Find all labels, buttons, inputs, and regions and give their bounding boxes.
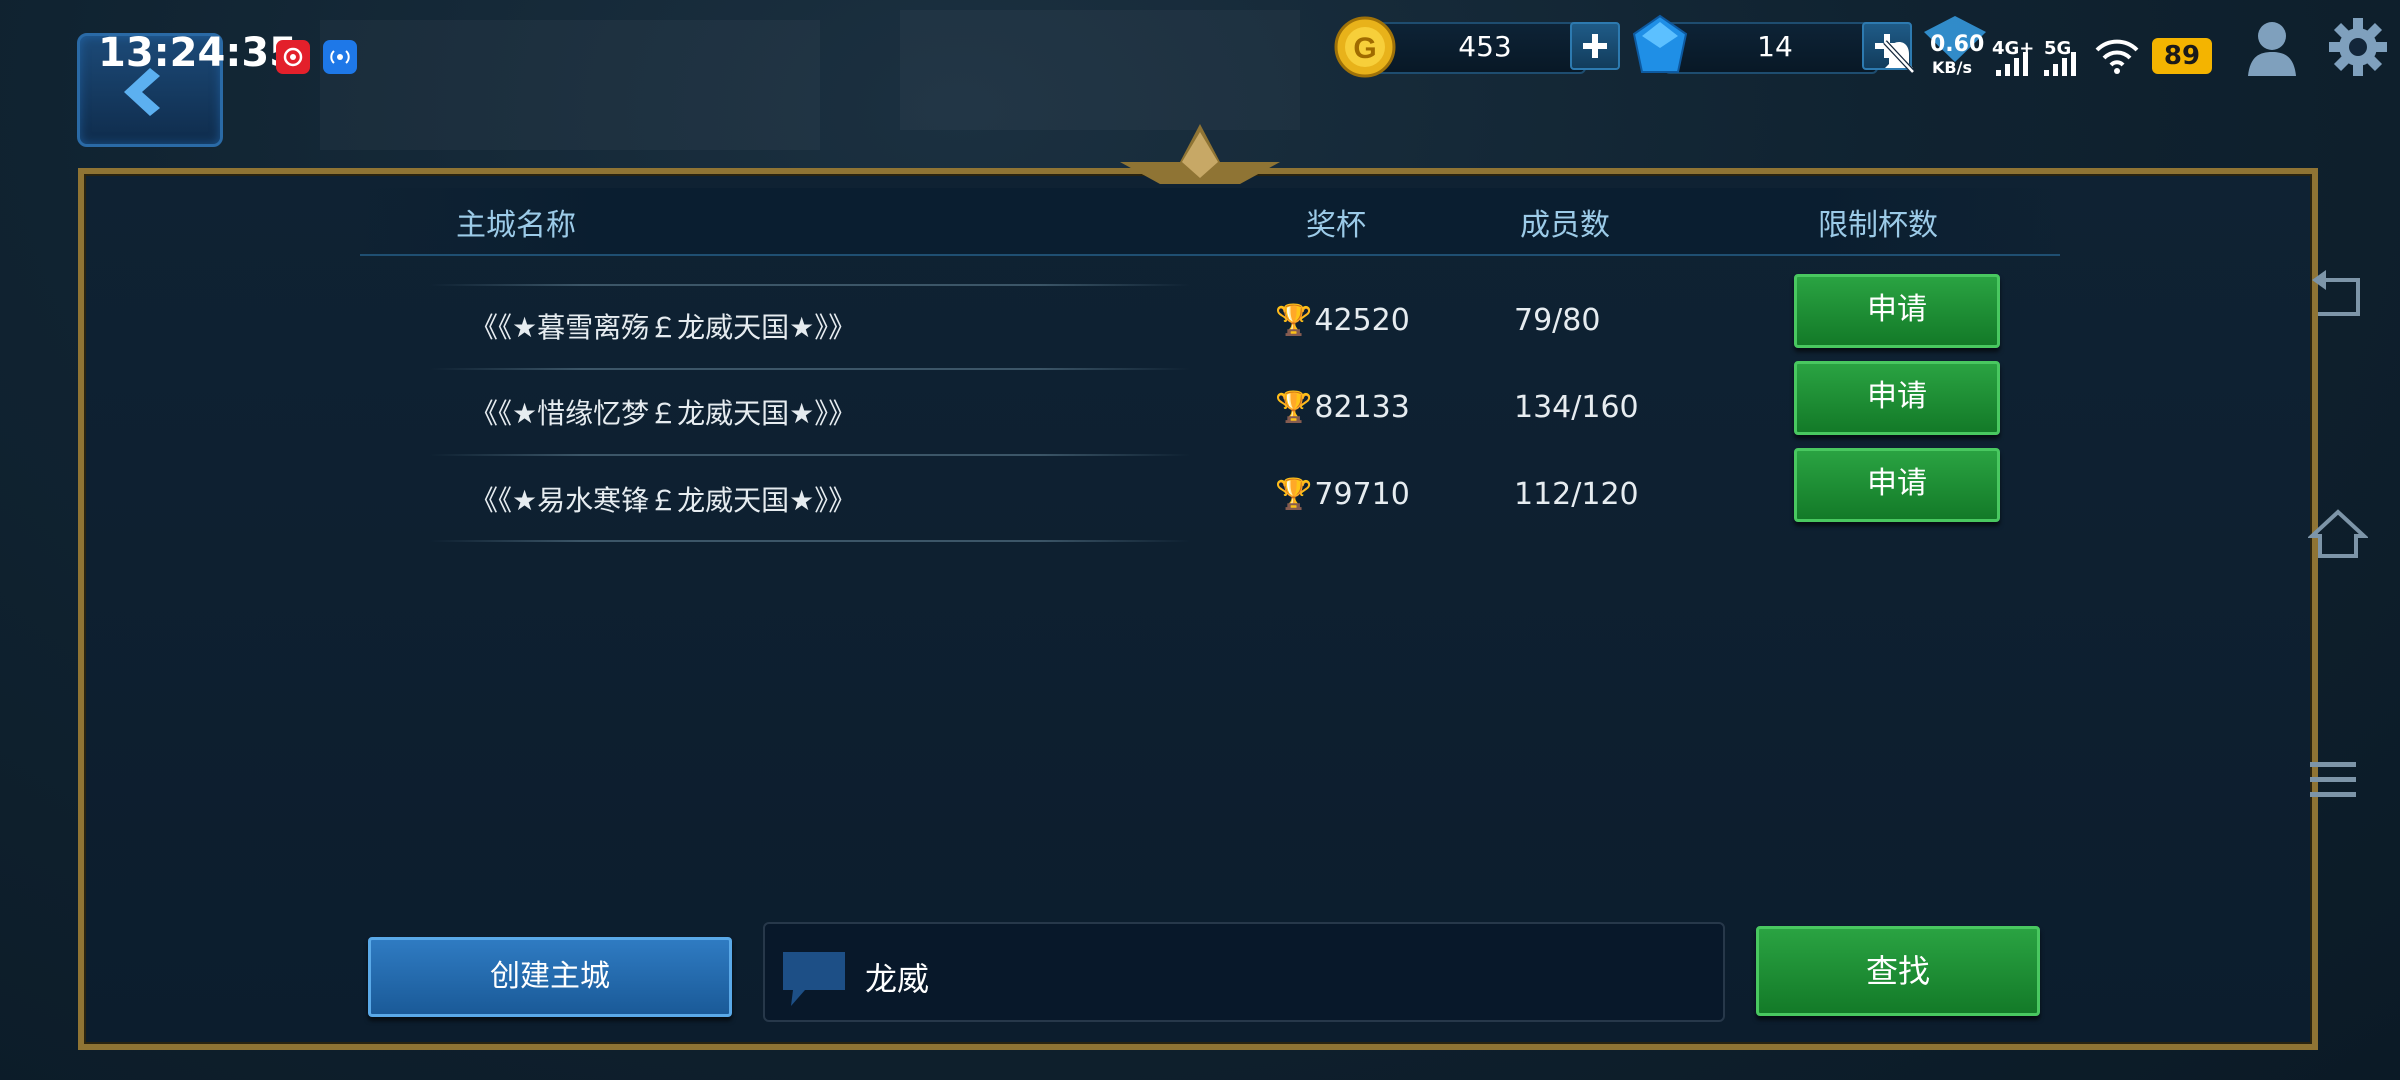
find-button[interactable]: 查找 xyxy=(1756,926,2040,1016)
table-header xyxy=(360,188,2060,256)
net-unit: KB/s xyxy=(1932,58,1972,77)
header-limit: 限制杯数 xyxy=(1818,208,1938,243)
member-count: 112/120 xyxy=(1514,477,1639,512)
city-name[interactable]: 《《★惜缘忆梦￡龙威天国★》》 xyxy=(470,392,856,432)
chat-bubble-icon xyxy=(783,952,845,1006)
row-divider xyxy=(430,540,1190,542)
search-text: 龙威 xyxy=(865,960,930,998)
nav-menu-icon[interactable] xyxy=(2308,758,2358,802)
crest-emblem-icon xyxy=(1120,124,1280,184)
table-row-trophy: 🏆82133 xyxy=(1275,390,1410,425)
row-divider xyxy=(430,368,1190,370)
gear-icon[interactable] xyxy=(2327,16,2389,78)
apply-button[interactable]: 申请 xyxy=(1794,274,2000,348)
trophy-count: 42520 xyxy=(1314,303,1410,338)
city-name[interactable]: 《《★易水寒锋￡龙威天国★》》 xyxy=(470,479,856,519)
trophy-icon: 🏆 xyxy=(1275,477,1313,512)
row-divider xyxy=(430,454,1190,456)
table-row-trophy: 🏆79710 xyxy=(1275,477,1410,512)
wifi-icon xyxy=(2095,39,2139,74)
background-shape xyxy=(900,10,1300,130)
app-notification-icon xyxy=(276,40,310,74)
apply-button[interactable]: 申请 xyxy=(1794,361,2000,435)
broadcast-icon xyxy=(323,40,357,74)
member-count: 79/80 xyxy=(1514,303,1601,338)
add-gold-button[interactable] xyxy=(1570,22,1620,70)
header-name: 主城名称 xyxy=(456,208,576,243)
nav-back-icon[interactable] xyxy=(2308,270,2364,322)
status-time: 13:24:35 xyxy=(98,30,297,76)
user-icon[interactable] xyxy=(2246,18,2298,78)
apply-button[interactable]: 申请 xyxy=(1794,448,2000,522)
svg-text:G: G xyxy=(1353,32,1376,65)
table-row-trophy: 🏆42520 xyxy=(1275,303,1410,338)
net-speed: 0.60 xyxy=(1930,32,1985,57)
header-trophy: 奖杯 xyxy=(1306,208,1366,243)
trophy-count: 79710 xyxy=(1314,477,1410,512)
city-name[interactable]: 《《★暮雪离殇￡龙威天国★》》 xyxy=(470,306,856,346)
signal-icon xyxy=(2044,52,2076,76)
nav-home-icon[interactable] xyxy=(2308,508,2368,560)
trophy-count: 82133 xyxy=(1314,390,1410,425)
gold-coin-icon: G xyxy=(1334,16,1396,78)
gold-amount: 453 xyxy=(1458,30,1512,63)
create-city-button[interactable]: 创建主城 xyxy=(368,937,732,1017)
row-divider xyxy=(430,284,1190,286)
search-input[interactable]: 龙威 xyxy=(763,922,1725,1022)
header-members: 成员数 xyxy=(1520,208,1610,243)
mute-notification-icon xyxy=(1883,40,1915,74)
member-count: 134/160 xyxy=(1514,390,1639,425)
trophy-icon: 🏆 xyxy=(1275,303,1313,338)
battery-level: 89 xyxy=(2152,38,2212,74)
blue-gem-icon xyxy=(1632,14,1688,73)
trophy-icon: 🏆 xyxy=(1275,390,1313,425)
signal-icon xyxy=(1996,52,2028,76)
background-shape xyxy=(320,20,820,150)
gem-amount: 14 xyxy=(1757,30,1793,63)
